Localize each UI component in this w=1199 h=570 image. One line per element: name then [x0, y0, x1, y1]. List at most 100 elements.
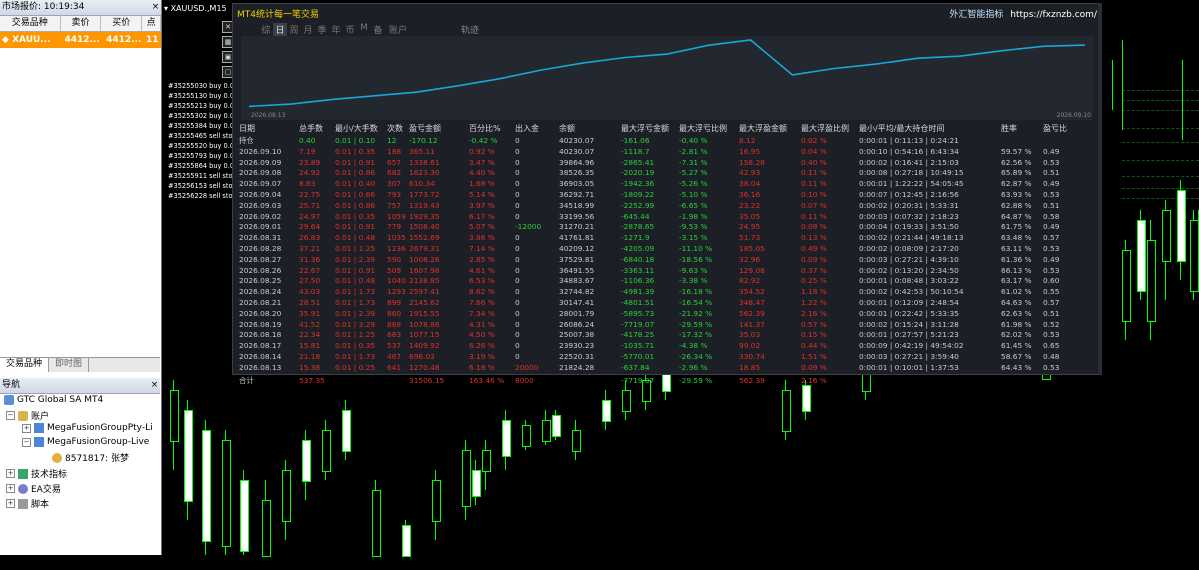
timeframe-button[interactable]: 月: [301, 23, 315, 36]
table-cell: -18.56 %: [679, 254, 713, 264]
collapse-icon[interactable]: −: [6, 411, 15, 420]
expand-icon[interactable]: +: [6, 469, 15, 478]
table-cell: 2026.09.09: [239, 157, 282, 167]
tab-symbols[interactable]: 交易品种: [0, 358, 50, 372]
chart-title: ▾ XAUUSD.,M15: [164, 4, 227, 13]
timeframe-button[interactable]: 综: [259, 23, 273, 36]
candle-body: [184, 410, 193, 502]
nav-indicators[interactable]: + 技术指标: [6, 467, 67, 480]
table-cell: 0:00:04 | 0:19:33 | 3:51:50: [859, 222, 959, 232]
table-cell: 2679.31: [409, 244, 440, 253]
table-cell: 1035: [387, 233, 406, 243]
order-label[interactable]: #35255213 buy 0.02: [168, 102, 238, 111]
candle-body: [222, 440, 231, 547]
collapse-icon[interactable]: −: [22, 437, 31, 447]
table-cell: 899: [387, 298, 402, 307]
market-watch-row[interactable]: ◆ XAUU... 4412... 4412... 11: [0, 32, 161, 48]
table-cell: 0.01 | 0.66: [335, 190, 376, 199]
table-cell: 0.01 | 1.73: [335, 287, 376, 297]
table-cell: 2.16 %: [801, 375, 827, 385]
nav-accounts[interactable]: − 账户: [6, 409, 49, 422]
table-cell: 1008.26: [409, 254, 440, 264]
table-cell: 1607.98: [409, 265, 440, 275]
order-label[interactable]: #35255030 buy 0.01: [168, 82, 238, 91]
table-cell: 0.01 | 0.10: [335, 136, 376, 145]
table-cell: 2026.09.01: [239, 222, 282, 232]
order-label[interactable]: #35255302 buy 0.03: [168, 112, 238, 121]
timeframe-button[interactable]: 周: [287, 23, 301, 36]
timeframe-button[interactable]: 备: [371, 23, 385, 36]
expand-icon[interactable]: +: [6, 499, 15, 508]
order-label[interactable]: #35255130 buy 0.01: [168, 92, 238, 101]
table-cell: 2145.62: [409, 298, 440, 307]
order-line: [1122, 90, 1199, 91]
table-cell: 3.19 %: [469, 352, 495, 361]
navigator-titlebar[interactable]: 导航 ×: [0, 378, 160, 394]
table-cell: 0.08 %: [801, 222, 827, 232]
nav-account[interactable]: 8571817: 张梦: [52, 451, 129, 464]
expand-icon[interactable]: +: [6, 484, 15, 493]
table-cell: -5895.73: [621, 308, 655, 318]
table-cell: 2026.08.18: [239, 330, 282, 340]
close-icon[interactable]: ×: [150, 0, 161, 15]
table-cell: 36491.55: [559, 265, 595, 275]
table-cell: 22.67: [299, 265, 321, 275]
table-cell: 0.01 | 1.73: [335, 298, 376, 307]
timeframe-button[interactable]: M: [357, 23, 371, 36]
panel-scrollbar[interactable]: [1098, 3, 1102, 373]
table-cell: 0:00:03 | 0:07:32 | 2:18:23: [859, 211, 959, 221]
order-label[interactable]: #35255911 sell stop: [168, 172, 237, 181]
candle-body: [322, 430, 331, 472]
table-cell: 0: [515, 254, 520, 264]
timeframe-button[interactable]: 账户: [385, 23, 411, 36]
server-name: MegaFusionGroupPty-Li: [47, 423, 153, 433]
table-cell: 0: [515, 276, 520, 286]
order-label[interactable]: #35255520 buy 0.05: [168, 142, 238, 151]
scripts-label: 脚本: [31, 500, 50, 510]
table-cell: 0.37 %: [801, 265, 827, 275]
tab-tick-chart[interactable]: 即时图: [49, 358, 90, 372]
panel-brand[interactable]: 外汇智能指标 https://fxznzb.com/: [949, 7, 1097, 20]
nav-broker[interactable]: GTC Global SA MT4: [4, 395, 103, 405]
brand-url[interactable]: https://fxznzb.com/: [1010, 10, 1097, 20]
col-ask[interactable]: 买价: [101, 16, 143, 31]
col-symbol[interactable]: 交易品种: [0, 16, 61, 31]
accounts-icon: [18, 410, 28, 421]
nav-scripts[interactable]: + 脚本: [6, 497, 49, 510]
order-label[interactable]: #35255384 buy 0.04: [168, 122, 238, 131]
table-cell: -16.54 %: [679, 298, 713, 307]
table-cell: 61.36 %: [1001, 254, 1032, 264]
table-cell: 7.19: [299, 146, 316, 156]
table-cell: 36292.71: [559, 190, 595, 199]
table-cell: 610.34: [409, 179, 435, 189]
table-cell: 0.51: [1043, 308, 1060, 318]
table-cell: 0.01 | 0.91: [335, 265, 376, 275]
col-bid[interactable]: 卖价: [61, 16, 102, 31]
candle-body: [262, 500, 271, 557]
table-cell: 30147.41: [559, 298, 595, 307]
timeframe-button[interactable]: 币: [343, 23, 357, 36]
nav-server-0[interactable]: + MegaFusionGroupPty-Li: [22, 423, 153, 433]
market-watch-titlebar[interactable]: 市场报价: 10:19:34 ×: [0, 0, 161, 16]
order-label[interactable]: #35256153 sell stop: [168, 182, 237, 191]
col-spread[interactable]: 点: [142, 16, 162, 31]
timeframe-button[interactable]: 年: [329, 23, 343, 36]
timeframe-button[interactable]: 季: [315, 23, 329, 36]
nav-server-1[interactable]: − MegaFusionGroup-Live: [22, 437, 149, 447]
timeframe-button[interactable]: 日: [273, 23, 287, 36]
table-cell: 0:00:01 | 0:12:09 | 2:48:54: [859, 298, 959, 307]
nav-ea[interactable]: + EA交易: [6, 482, 61, 495]
table-cell: 0:00:09 | 0:42:19 | 49:54:02: [859, 341, 964, 351]
table-cell: 15.38: [299, 362, 321, 372]
table-cell: 0: [515, 211, 520, 221]
table-cell: 0.44 %: [801, 341, 827, 351]
candle-body: [482, 450, 491, 472]
table-cell: 0:00:01 | 1:22:22 | 54:05:45: [859, 179, 964, 189]
curve-start-label: 2026.08.13: [251, 112, 286, 119]
close-icon[interactable]: ×: [149, 378, 160, 393]
table-cell: 0.01 | 1.25: [335, 330, 376, 340]
order-label[interactable]: #35255465 sell stop: [168, 132, 237, 141]
expand-icon[interactable]: +: [22, 423, 31, 433]
order-label[interactable]: #35255793 buy 0.07: [168, 152, 238, 161]
order-label[interactable]: #35255864 buy 0.00: [168, 162, 238, 171]
